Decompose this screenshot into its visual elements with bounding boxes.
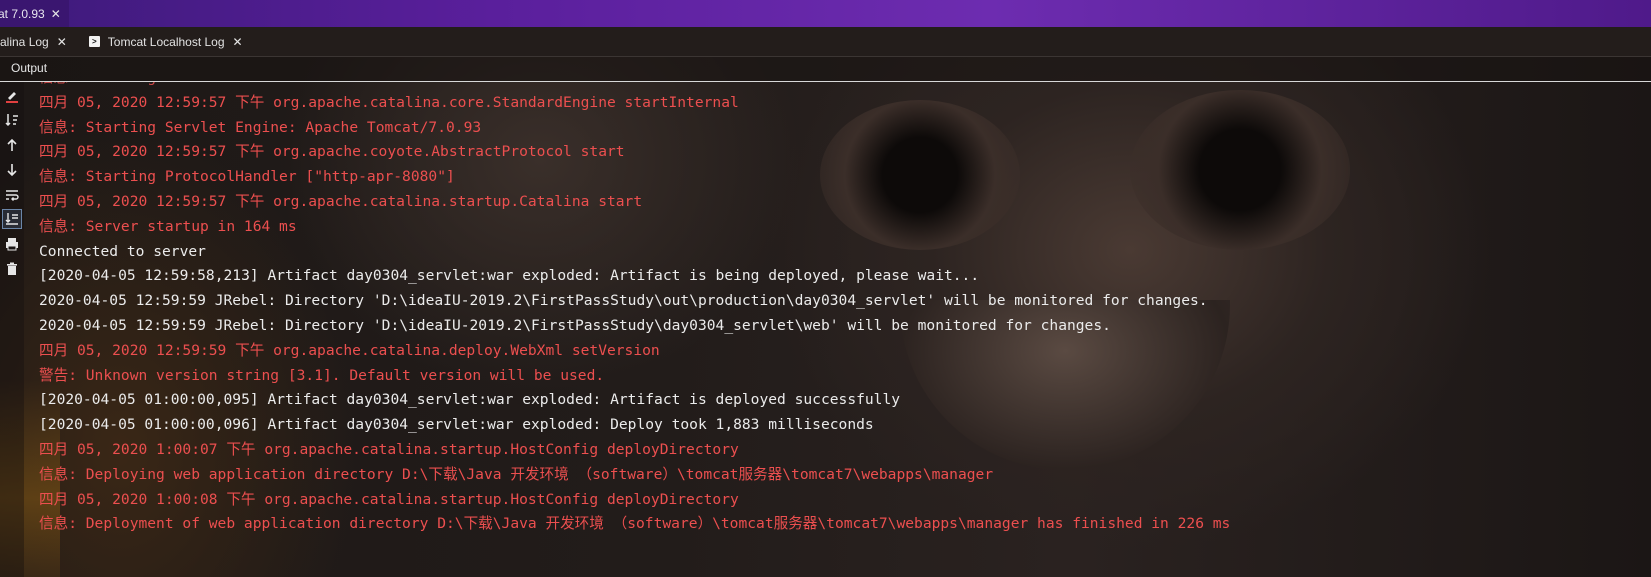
down-arrow-icon[interactable] [2, 160, 22, 180]
log-line: 信息: Starting ProtocolHandler ["http-apr-… [39, 168, 455, 186]
output-header: Output [0, 57, 1651, 82]
run-config-tab[interactable]: at 7.0.93 ✕ [0, 0, 69, 29]
log-line: 信息: Deployment of web application direct… [39, 515, 1231, 533]
close-icon[interactable]: ✕ [57, 35, 67, 49]
log-line: 四月 05, 2020 12:59:59 下午 org.apache.catal… [39, 341, 660, 359]
run-config-tab-label: at 7.0.93 [0, 6, 45, 21]
close-icon[interactable]: ✕ [51, 7, 61, 21]
log-line: 四月 05, 2020 12:59:57 下午 org.apache.catal… [39, 93, 739, 111]
clear-icon[interactable] [2, 86, 22, 106]
log-line: 四月 05, 2020 1:00:08 下午 org.apache.catali… [39, 490, 739, 508]
tab-catalina-log[interactable]: alina Log ✕ [0, 27, 79, 56]
console-output[interactable]: 信息: Starting Service Catalina 四月 05, 2020… [39, 82, 1651, 577]
log-line: 四月 05, 2020 1:00:07 下午 org.apache.catali… [39, 440, 739, 458]
log-line: 2020-04-05 12:59:59 JRebel: Directory 'D… [39, 292, 1208, 310]
close-icon[interactable]: ✕ [233, 35, 243, 49]
log-line: 信息: Server startup in 164 ms [39, 217, 297, 235]
up-arrow-icon[interactable] [2, 135, 22, 155]
scroll-to-end-icon[interactable] [2, 209, 22, 229]
log-line: 四月 05, 2020 12:59:57 下午 org.apache.coyot… [39, 143, 625, 161]
soft-wrap-icon[interactable] [2, 185, 22, 205]
tab-label: Tomcat Localhost Log [107, 34, 225, 49]
log-line: [2020-04-05 12:59:58,213] Artifact day03… [39, 267, 980, 285]
log-line: 四月 05, 2020 12:59:57 下午 org.apache.catal… [39, 192, 643, 210]
log-tabs-bar: alina Log ✕ > Tomcat Localhost Log ✕ [0, 27, 1651, 57]
terminal-icon: > [88, 36, 100, 47]
tab-tomcat-localhost-log[interactable]: > Tomcat Localhost Log ✕ [79, 27, 255, 56]
log-line: 信息: Deploying web application directory … [39, 465, 994, 483]
log-line: 信息: Starting Servlet Engine: Apache Tomc… [39, 118, 482, 136]
log-line: Connected to server [39, 242, 206, 260]
print-icon[interactable] [2, 234, 22, 254]
tab-label: alina Log [0, 34, 49, 49]
log-line: 2020-04-05 12:59:59 JRebel: Directory 'D… [39, 316, 1111, 334]
trash-icon[interactable] [2, 259, 22, 279]
run-tab-bar: at 7.0.93 ✕ [0, 0, 1651, 29]
log-line: [2020-04-05 01:00:00,096] Artifact day03… [39, 416, 874, 434]
output-label[interactable]: Output [11, 61, 47, 75]
console-toolbar [0, 82, 24, 577]
log-line: 警告: Unknown version string [3.1]. Defaul… [39, 366, 605, 384]
log-line: 信息: Starting Service Catalina [39, 82, 1651, 91]
log-line: [2020-04-05 01:00:00,095] Artifact day03… [39, 391, 901, 409]
sort-icon[interactable] [2, 110, 22, 130]
